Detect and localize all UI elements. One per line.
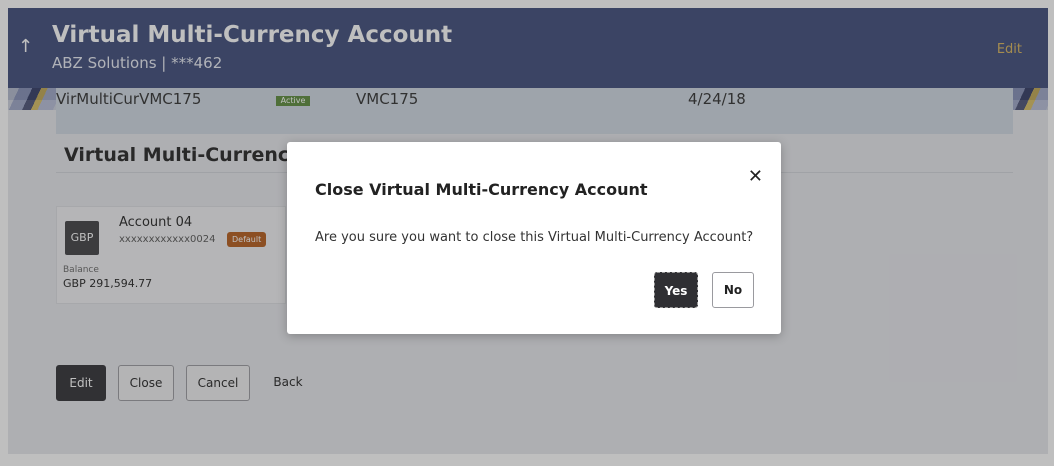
dialog-title: Close Virtual Multi-Currency Account <box>315 180 648 199</box>
close-icon[interactable]: ✕ <box>748 166 763 187</box>
yes-button[interactable]: Yes <box>654 272 698 308</box>
no-button[interactable]: No <box>712 272 754 308</box>
close-account-dialog: Close Virtual Multi-Currency Account ✕ A… <box>287 142 781 334</box>
dialog-message: Are you sure you want to close this Virt… <box>315 230 754 245</box>
